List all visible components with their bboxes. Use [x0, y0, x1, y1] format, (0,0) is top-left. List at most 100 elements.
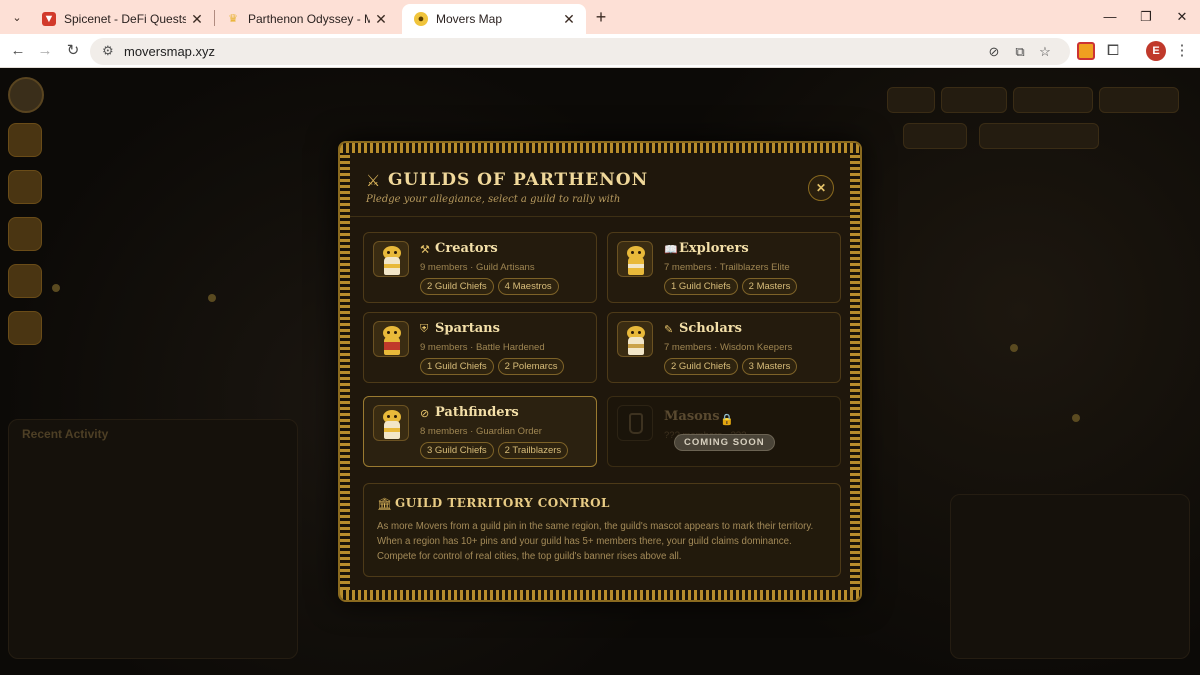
toolbar-pill[interactable] [887, 87, 935, 113]
tab-spicenet[interactable]: ▼ Spicenet - DeFi Quests & Challe ✕ [30, 4, 214, 34]
site-info-icon[interactable]: ⚙ [102, 43, 114, 59]
role-badge: 1 Guild Chiefs [664, 278, 738, 295]
guild-card-spartans[interactable]: ⛨ Spartans 9 members · Battle Hardened 1… [363, 312, 597, 383]
role-badge: 2 Guild Chiefs [664, 358, 738, 375]
profile-avatar[interactable]: E [1146, 41, 1166, 61]
role-badge: 3 Masters [741, 358, 798, 375]
url-text[interactable]: moversmap.xyz [124, 44, 215, 59]
greek-key-border [850, 153, 860, 590]
app-logo [8, 77, 44, 113]
role-badge: 2 Trailblazers [497, 442, 569, 459]
new-tab-button[interactable]: + [590, 6, 612, 28]
sidebar-button[interactable] [8, 170, 42, 204]
tab-close-icon[interactable]: ✕ [560, 10, 578, 28]
profile-panel [950, 494, 1190, 659]
toolbar-pill[interactable] [1099, 87, 1179, 113]
tab-title: Spicenet - DeFi Quests & Challe [64, 12, 186, 26]
greek-key-border [340, 153, 350, 590]
map-pin[interactable] [208, 294, 216, 302]
map-pin[interactable] [52, 284, 60, 292]
role-badge: 4 Maestros [497, 278, 559, 295]
guild-card-explorers[interactable]: 📖 Explorers 7 members · Trailblazers Eli… [607, 232, 841, 303]
territory-info-panel: 🏛 GUILD TERRITORY CONTROL As more Movers… [363, 483, 841, 577]
scholars-mascot-icon [617, 321, 653, 357]
minimize-button[interactable]: — [1098, 6, 1122, 28]
guilds-modal: ⚔ GUILDS OF PARTHENON Pledge your allegi… [338, 141, 862, 602]
recent-activity-panel [8, 419, 298, 659]
explorers-mascot-icon [617, 241, 653, 277]
tab-close-icon[interactable]: ✕ [188, 10, 206, 28]
territory-description: As more Movers from a guild pin in the s… [377, 521, 814, 562]
close-window-button[interactable]: ✕ [1170, 6, 1194, 28]
book-icon: 📖 [664, 244, 678, 256]
tab-strip: ⌄ ▼ Spicenet - DeFi Quests & Challe ✕ ♛ … [0, 0, 1200, 34]
spartans-mascot-icon [373, 321, 409, 357]
palette-icon: ⚒ [420, 244, 430, 256]
map-pin[interactable] [1072, 414, 1080, 422]
modal-subtitle: Pledge your allegiance, select a guild t… [366, 194, 621, 205]
guild-name: Spartans [435, 321, 500, 336]
toolbar-pill[interactable] [1013, 87, 1093, 113]
helmet-icon: ⛨ [420, 323, 429, 335]
guild-name: Masons [664, 409, 720, 424]
guild-card-pathfinders[interactable]: ⊘ Pathfinders 8 members · Guardian Order… [363, 396, 597, 467]
role-badge: 2 Guild Chiefs [420, 278, 494, 295]
address-bar[interactable]: ⚙ moversmap.xyz ⊘ ⧉ ☆ [90, 38, 1070, 65]
modal-header: ⚔ GUILDS OF PARTHENON Pledge your allegi… [350, 153, 850, 217]
maximize-button[interactable]: ❐ [1134, 6, 1158, 28]
guild-card-masons: Masons 🔒 ??? members · ??? COMING SOON [607, 396, 841, 467]
tab-close-icon[interactable]: ✕ [372, 10, 390, 28]
tab-parthenon[interactable]: ♛ Parthenon Odyssey - Movemen ✕ [214, 4, 398, 34]
scroll-icon: ✎ [664, 324, 674, 336]
back-button[interactable]: ← [6, 39, 30, 63]
sidebar-button[interactable] [8, 123, 42, 157]
map-pin[interactable] [1010, 344, 1018, 352]
tab-title: Parthenon Odyssey - Movemen [248, 12, 370, 26]
extension-icon[interactable] [1077, 42, 1095, 60]
creators-mascot-icon [373, 241, 409, 277]
coming-soon-badge: COMING SOON [674, 434, 775, 451]
forward-button[interactable]: → [33, 39, 57, 63]
browser-menu-icon[interactable]: ⋮ [1170, 39, 1194, 63]
sidebar-button[interactable] [8, 311, 42, 345]
guild-meta: 7 members · Wisdom Keepers [664, 342, 793, 353]
role-badge: 2 Masters [741, 278, 798, 295]
toolbar-pill[interactable] [941, 87, 1007, 113]
role-badge: 3 Guild Chiefs [420, 442, 494, 459]
browser-toolbar: ← → ↻ ⚙ moversmap.xyz ⊘ ⧉ ☆ ⧠ E ⋮ [0, 34, 1200, 68]
filter-pill[interactable] [979, 123, 1099, 149]
close-modal-button[interactable]: ✕ [808, 175, 834, 201]
pathfinders-mascot-icon [373, 405, 409, 441]
guild-meta: 7 members · Trailblazers Elite [664, 262, 790, 273]
movers-map-favicon-icon: ● [414, 12, 428, 26]
crossed-swords-icon: ⚔ [366, 173, 381, 190]
lock-icon: 🔒 [720, 414, 734, 426]
bookmark-icon[interactable]: ☆ [1035, 42, 1055, 62]
guild-card-creators[interactable]: ⚒ Creators 9 members · Guild Artisans 2 … [363, 232, 597, 303]
temple-icon: 🏛 [377, 497, 393, 511]
tab-search-button[interactable]: ⌄ [6, 7, 28, 27]
tab-movers-map[interactable]: ● Movers Map ✕ [402, 4, 586, 34]
eye-off-icon[interactable]: ⊘ [984, 42, 1004, 62]
sidebar-button[interactable] [8, 264, 42, 298]
tab-title: Movers Map [436, 12, 503, 26]
guild-meta: 9 members · Battle Hardened [420, 342, 545, 353]
guild-meta: 8 members · Guardian Order [420, 426, 542, 437]
jar-icon [617, 405, 653, 441]
install-app-icon[interactable]: ⧉ [1010, 42, 1030, 62]
sidebar-button[interactable] [8, 217, 42, 251]
territory-title: GUILD TERRITORY CONTROL [395, 496, 610, 510]
reload-button[interactable]: ↻ [61, 39, 85, 63]
modal-title: GUILDS OF PARTHENON [388, 170, 649, 190]
guild-name: Pathfinders [435, 405, 519, 420]
guild-card-scholars[interactable]: ✎ Scholars 7 members · Wisdom Keepers 2 … [607, 312, 841, 383]
extensions-puzzle-icon[interactable]: ⧠ [1101, 39, 1125, 63]
guild-name: Explorers [679, 241, 749, 256]
filter-pill[interactable] [903, 123, 967, 149]
guild-meta: 9 members · Guild Artisans [420, 262, 535, 273]
parthenon-favicon-icon: ♛ [228, 13, 238, 25]
guild-name: Creators [435, 241, 498, 256]
role-badge: 2 Polemarcs [497, 358, 565, 375]
greek-key-border [340, 143, 860, 153]
compass-icon: ⊘ [420, 408, 430, 420]
